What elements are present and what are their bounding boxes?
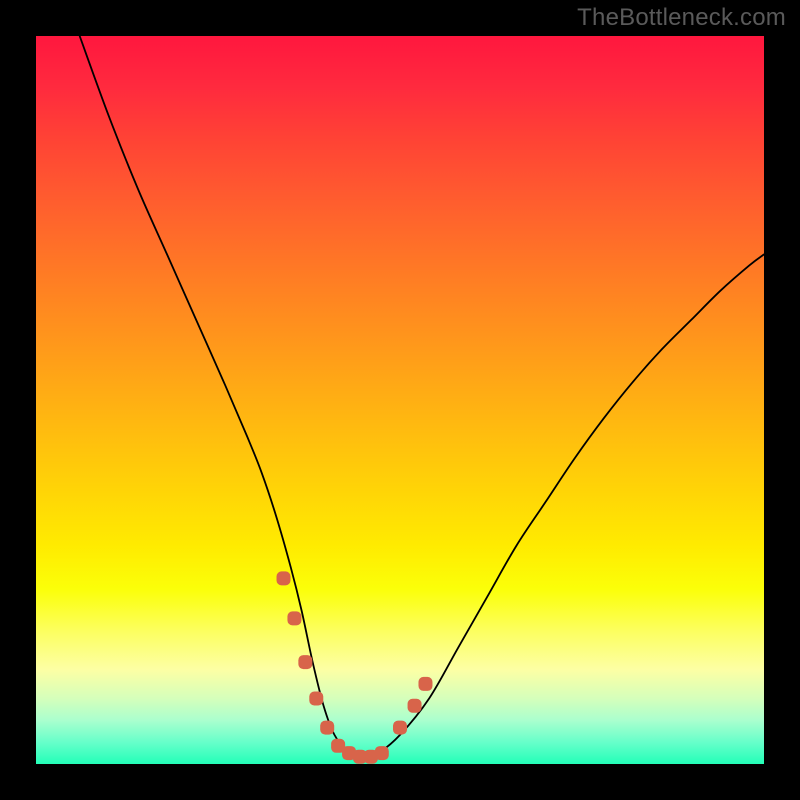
watermark-text: TheBottleneck.com xyxy=(577,4,786,32)
marker-dot xyxy=(309,691,323,705)
marker-dot xyxy=(393,721,407,735)
marker-dot xyxy=(320,721,334,735)
curve-layer xyxy=(36,36,764,764)
marker-dot xyxy=(277,571,291,585)
marker-dot xyxy=(408,699,422,713)
marker-dot xyxy=(287,611,301,625)
marker-dot xyxy=(298,655,312,669)
marker-dot xyxy=(375,746,389,760)
marker-dot xyxy=(418,677,432,691)
bottleneck-curve xyxy=(80,36,764,757)
plot-area xyxy=(36,36,764,764)
chart-frame: TheBottleneck.com xyxy=(0,0,800,800)
